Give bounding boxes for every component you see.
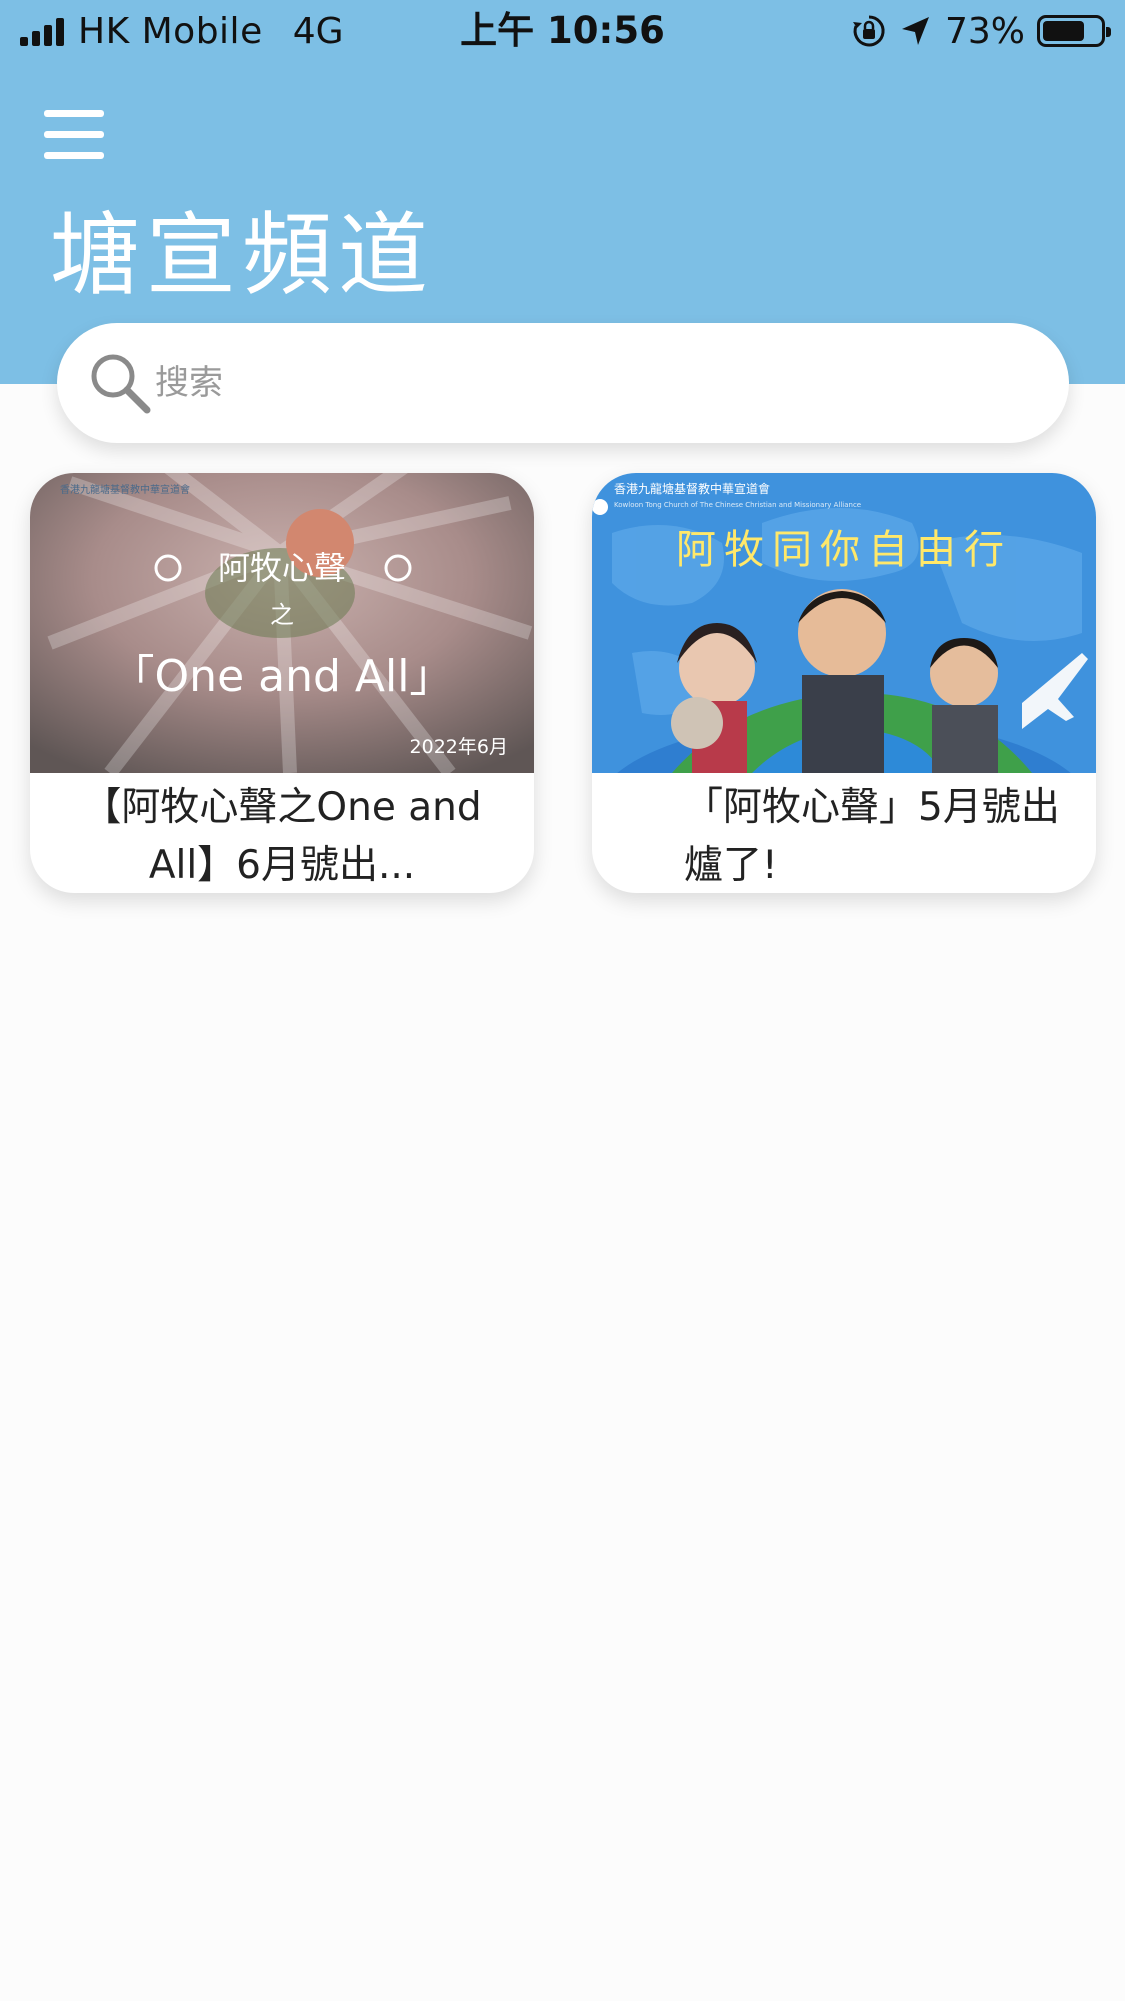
hamburger-menu-icon[interactable]: [44, 108, 106, 160]
video-title: 【阿牧心聲之One and All】6月號出...: [60, 779, 504, 887]
video-thumbnail: 香港九龍塘基督教中華宣道會 Kowloon Tong Church of The…: [592, 473, 1096, 773]
thumbnail-date: 2022年6月: [410, 736, 508, 758]
thumbnail-line1: 阿牧心聲: [218, 549, 346, 587]
video-title-text: 【阿牧心聲之One and All】6月號出...: [82, 785, 482, 887]
orientation-lock-icon: [852, 15, 885, 47]
thumbnail-line2: 之: [270, 601, 294, 629]
search-icon: [91, 354, 151, 414]
thumbnail-headline: 阿牧同你自由行: [676, 527, 1012, 573]
thumbnail-org-text: 香港九龍塘基督教中華宣道會: [614, 481, 770, 496]
search-input[interactable]: [155, 363, 955, 403]
video-card[interactable]: 香港九龍塘基督教中華宣道會 阿牧心聲 之 「One and All」 2022年…: [30, 473, 534, 893]
thumbnail-line3: 「One and All」: [111, 651, 454, 702]
thumbnail-org-text: 香港九龍塘基督教中華宣道會: [60, 483, 190, 496]
status-bar: HK Mobile 4G 上午 10:56 73%: [0, 0, 1125, 64]
video-thumbnail: 香港九龍塘基督教中華宣道會 阿牧心聲 之 「One and All」 2022年…: [30, 473, 534, 773]
status-right: 73%: [851, 6, 1111, 56]
video-title-text: 「阿牧心聲」5月號出爐了!: [684, 785, 1060, 887]
page-title: 塘宣頻道: [50, 203, 434, 308]
battery-fill: [1043, 21, 1084, 41]
video-card[interactable]: 香港九龍塘基督教中華宣道會 Kowloon Tong Church of The…: [592, 473, 1096, 893]
search-bar[interactable]: [57, 323, 1069, 443]
battery-icon: [1037, 15, 1111, 47]
battery-percent: 73%: [944, 10, 1025, 52]
thumbnail-org-en-text: Kowloon Tong Church of The Chinese Chris…: [614, 501, 861, 509]
video-title: 「阿牧心聲」5月號出爐了!: [644, 779, 1064, 887]
location-arrow-icon: [901, 17, 929, 45]
